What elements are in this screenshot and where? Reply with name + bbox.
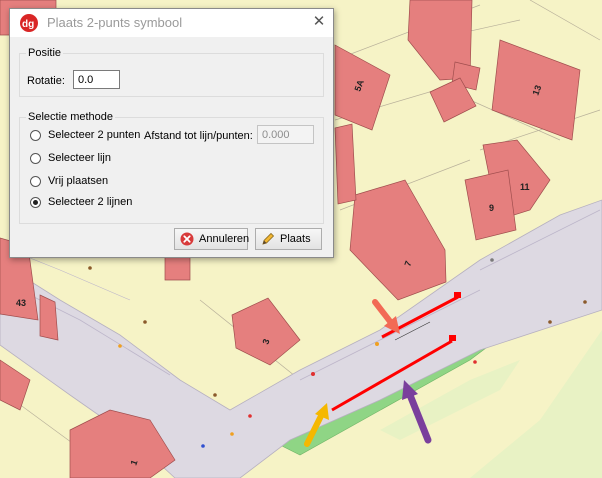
place-symbol-dialog: dg Plaats 2-punts symbool ✕ Positie Rota… <box>9 8 334 258</box>
annuleren-label: Annuleren <box>199 233 250 245</box>
positie-group-title: Positie <box>26 47 64 59</box>
radio-label: Selecteer 2 punten <box>48 129 141 141</box>
annuleren-button[interactable]: Annuleren <box>174 228 250 250</box>
house-number: 43 <box>16 298 26 308</box>
radio-button-checked[interactable] <box>30 197 41 208</box>
radio-label: Selecteer lijn <box>48 152 111 164</box>
radio-button[interactable] <box>30 153 41 164</box>
svg-text:dg: dg <box>22 19 34 30</box>
afstand-input <box>257 125 314 144</box>
plaats-label: Plaats <box>280 233 311 245</box>
house-number: 11 <box>520 182 530 192</box>
pencil-icon <box>262 232 275 245</box>
radio-button[interactable] <box>30 130 41 141</box>
dialog-titlebar[interactable]: dg Plaats 2-punts symbool ✕ <box>10 9 333 37</box>
dialog-body: Positie Rotatie: Selectie methode Select… <box>10 37 333 257</box>
rotatie-input[interactable] <box>73 70 120 89</box>
dg-logo-icon: dg <box>20 14 38 32</box>
selectie-group-title: Selectie methode <box>26 111 115 123</box>
cancel-x-icon <box>180 232 194 246</box>
house-number: 9 <box>489 203 494 213</box>
dialog-title: Plaats 2-punts symbool <box>47 15 183 30</box>
radio-button[interactable] <box>30 176 41 187</box>
radio-label: Selecteer 2 lijnen <box>48 196 133 208</box>
afstand-label: Afstand tot lijn/punten: <box>144 130 253 142</box>
rotatie-label: Rotatie: <box>27 75 65 87</box>
close-icon[interactable]: ✕ <box>305 9 333 35</box>
plaats-button[interactable]: Plaats <box>255 228 322 250</box>
radio-label: Vrij plaatsen <box>48 175 109 187</box>
